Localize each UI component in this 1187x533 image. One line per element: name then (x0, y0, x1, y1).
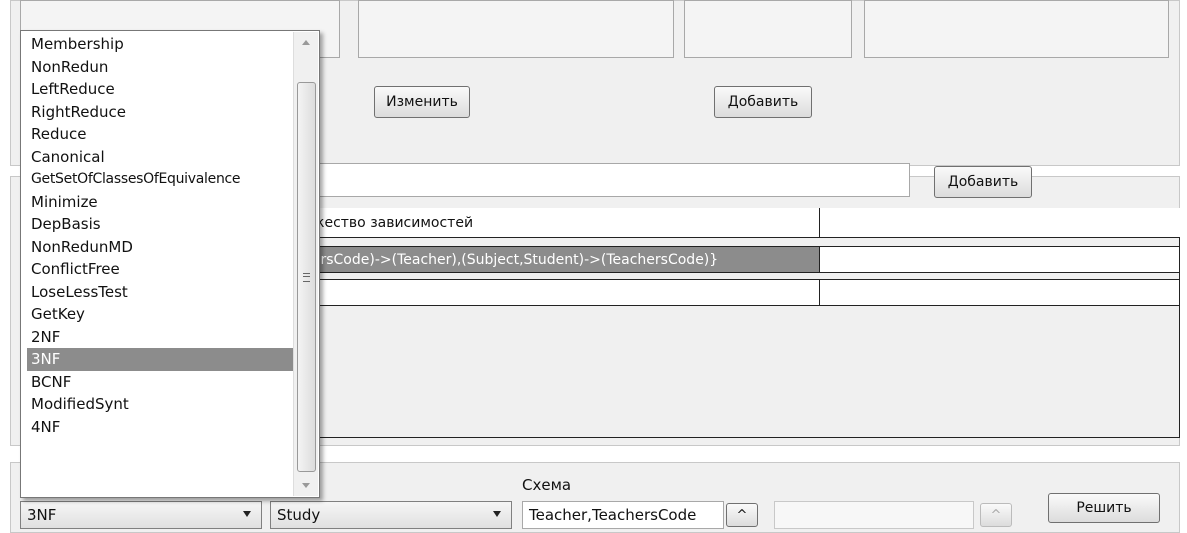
dependency-add-button[interactable]: Добавить (934, 166, 1032, 198)
dropdown-items: Membership NonRedun LeftReduce RightRedu… (27, 33, 293, 438)
dropdown-item-leftreduce[interactable]: LeftReduce (27, 78, 293, 101)
dropdown-item-membership[interactable]: Membership (27, 33, 293, 56)
dropdown-item-loselesstest[interactable]: LoseLessTest (27, 281, 293, 304)
app-window: { "top": { "change_button": "Изменить", … (0, 0, 1187, 533)
dropdown-item-rightreduce[interactable]: RightReduce (27, 101, 293, 124)
grid-row-selected-text: hersCode)->(Teacher),(Subject,Student)->… (303, 251, 719, 268)
scrollbar-thumb[interactable] (297, 82, 316, 472)
grid-header-cell[interactable]: кество зависимостей (300, 208, 820, 238)
relation-combo-value: Study (277, 506, 321, 524)
dropdown-item-2nf[interactable]: 2NF (27, 326, 293, 349)
operation-combo[interactable]: 3NF (20, 501, 262, 529)
caret-up-icon: ^ (990, 507, 1002, 523)
chevron-down-icon (493, 511, 501, 517)
solve-button[interactable]: Решить (1048, 493, 1160, 523)
dropdown-item-4nf[interactable]: 4NF (27, 416, 293, 439)
secondary-up-button[interactable]: ^ (980, 503, 1012, 527)
dropdown-item-getsetofclassesofequivalence[interactable]: GetSetOfClassesOfEquivalence (27, 168, 293, 191)
dropdown-scrollbar[interactable] (293, 32, 318, 496)
top-box-3 (684, 0, 852, 58)
dropdown-item-canonical[interactable]: Canonical (27, 146, 293, 169)
top-box-2 (358, 0, 674, 58)
dropdown-item-minimize[interactable]: Minimize (27, 191, 293, 214)
change-button[interactable]: Изменить (374, 86, 470, 118)
chevron-down-icon (243, 511, 251, 517)
grid-row-empty-cell-2[interactable] (820, 279, 1180, 306)
dependency-grid (300, 208, 1180, 438)
grid-row-selected[interactable]: hersCode)->(Teacher),(Subject,Student)->… (300, 246, 820, 273)
top-add-button[interactable]: Добавить (714, 86, 812, 118)
secondary-input[interactable] (774, 501, 974, 529)
dropdown-item-bcnf[interactable]: BCNF (27, 371, 293, 394)
dropdown-item-depbasis[interactable]: DepBasis (27, 213, 293, 236)
dropdown-item-nonredun[interactable]: NonRedun (27, 56, 293, 79)
dropdown-item-3nf[interactable]: 3NF (27, 348, 293, 371)
scroll-down-icon[interactable] (302, 483, 310, 488)
scroll-up-icon[interactable] (302, 40, 310, 45)
grip-icon (303, 273, 310, 282)
schema-input-value: Teacher,TeachersCode (529, 506, 697, 524)
operation-dropdown-list: Membership NonRedun LeftReduce RightRedu… (20, 30, 320, 498)
dropdown-item-reduce[interactable]: Reduce (27, 123, 293, 146)
top-box-4 (864, 0, 1169, 58)
dropdown-item-conflictfree[interactable]: ConflictFree (27, 258, 293, 281)
dropdown-item-modifiedsynt[interactable]: ModifiedSynt (27, 393, 293, 416)
grid-header-cell-2[interactable] (820, 208, 1180, 238)
schema-up-button[interactable]: ^ (726, 503, 758, 527)
operation-combo-value: 3NF (27, 506, 57, 524)
grid-header-label: кество зависимостей (316, 214, 474, 231)
dependency-input[interactable] (300, 163, 910, 197)
dropdown-item-getkey[interactable]: GetKey (27, 303, 293, 326)
schema-label: Схема (522, 476, 572, 494)
dropdown-item-nonredunmd[interactable]: NonRedunMD (27, 236, 293, 259)
grid-row-empty[interactable] (300, 279, 820, 306)
schema-input[interactable]: Teacher,TeachersCode (522, 501, 724, 529)
relation-combo[interactable]: Study (270, 501, 512, 529)
grid-row-selected-cell-2[interactable] (820, 246, 1180, 273)
caret-up-icon: ^ (736, 507, 748, 523)
